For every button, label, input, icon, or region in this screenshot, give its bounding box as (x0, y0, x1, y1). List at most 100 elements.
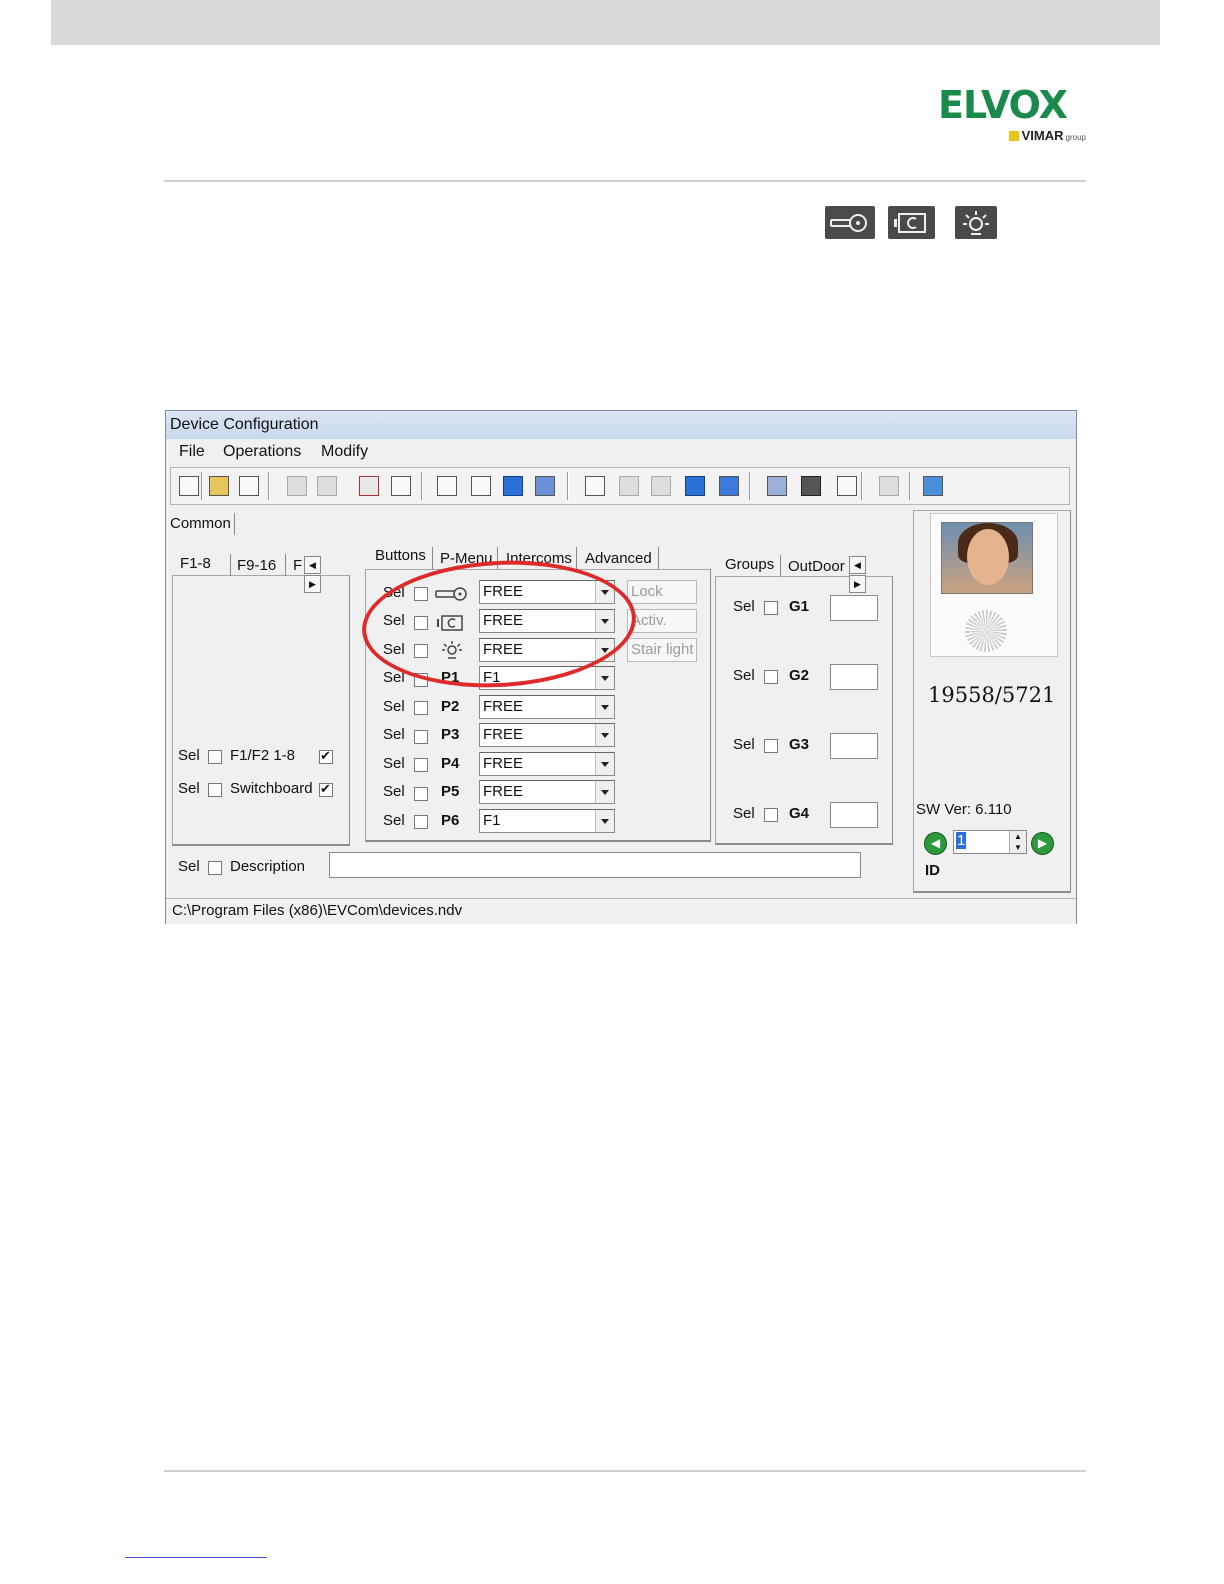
tab-scroll-arrows[interactable]: ◀▶ (849, 555, 883, 593)
group-value-field[interactable] (830, 664, 878, 690)
sel-checkbox[interactable] (764, 808, 778, 822)
tab-f1-8[interactable]: F1-8 (180, 555, 211, 572)
device-image (930, 513, 1058, 657)
tab-f9-16[interactable]: F9-16 (237, 557, 276, 574)
save-icon[interactable] (285, 473, 307, 497)
chevron-down-icon[interactable] (595, 724, 614, 746)
id-label: ID (925, 862, 940, 879)
scroll-left-icon[interactable]: ◀ (304, 556, 321, 574)
tab-scroll-arrows[interactable]: ◀▶ (304, 555, 338, 593)
switchboard-checkbox[interactable] (319, 781, 333, 797)
group-value-field[interactable] (830, 802, 878, 828)
footer-rule (164, 1470, 1086, 1472)
tab-advanced[interactable]: Advanced (585, 550, 652, 567)
monitor-icon[interactable] (799, 473, 821, 497)
next-id-icon[interactable]: ▶ (1031, 832, 1054, 855)
footer-link-underline (125, 1557, 267, 1558)
chevron-down-icon[interactable] (595, 753, 614, 775)
toolbar (170, 467, 1070, 505)
tab-f-more[interactable]: F (293, 557, 302, 574)
sel-checkbox[interactable] (764, 601, 778, 615)
button-function-select[interactable]: FREE (479, 780, 615, 804)
id-spinner[interactable]: 1 ▲ ▼ (953, 830, 1027, 854)
sel-checkbox[interactable] (414, 701, 428, 715)
group-value-field[interactable] (830, 733, 878, 759)
tab-buttons[interactable]: Buttons (375, 547, 426, 564)
chevron-down-icon[interactable] (595, 696, 614, 718)
description-label: Description (230, 858, 306, 875)
new-file-icon[interactable] (177, 473, 199, 497)
tab-outdoor[interactable]: OutDoor I (788, 558, 853, 575)
group-label: G4 (789, 805, 810, 822)
scroll-right-icon[interactable]: ▶ (849, 575, 866, 593)
list-download-icon[interactable] (435, 473, 457, 497)
button-description-field: Lock (627, 580, 697, 604)
device-icon[interactable] (835, 473, 857, 497)
check-icon[interactable] (683, 473, 705, 497)
button-key-label: P5 (441, 783, 460, 800)
edit-icon[interactable] (501, 473, 523, 497)
menu-file[interactable]: File (179, 443, 205, 461)
undo-icon[interactable] (617, 473, 639, 497)
sel-checkbox[interactable] (414, 787, 428, 801)
sel-checkbox[interactable] (764, 670, 778, 684)
info-icon[interactable] (717, 473, 739, 497)
menu-modify[interactable]: Modify (321, 443, 368, 461)
redo-icon[interactable] (649, 473, 671, 497)
transfer-icon[interactable] (469, 473, 491, 497)
spinner-arrows-icon[interactable]: ▲ ▼ (1009, 831, 1026, 853)
menu-bar: File Operations Modify (166, 439, 1076, 465)
tab-groups[interactable]: Groups (725, 556, 774, 573)
import-icon[interactable] (237, 473, 259, 497)
header-rule (164, 180, 1086, 182)
sel-checkbox[interactable] (414, 815, 428, 829)
sel-checkbox[interactable] (414, 758, 428, 772)
sel-checkbox-switchboard[interactable] (208, 783, 222, 797)
print-icon[interactable] (389, 473, 411, 497)
attach-icon[interactable] (877, 473, 899, 497)
key-lock-icon (825, 206, 875, 239)
chevron-down-icon[interactable] (595, 781, 614, 803)
speaker-grille-icon (965, 610, 1007, 652)
sel-label: Sel (178, 747, 200, 764)
group-label: G3 (789, 736, 810, 753)
button-function-select[interactable]: F1 (479, 809, 615, 833)
button-function-select[interactable]: FREE (479, 695, 615, 719)
description-input[interactable] (329, 852, 861, 878)
sel-checkbox[interactable] (764, 739, 778, 753)
f1f2-label: F1/F2 1-8 (230, 747, 296, 764)
button-function-select[interactable]: FREE (479, 723, 615, 747)
chevron-down-icon[interactable] (595, 810, 614, 832)
copy-icon[interactable] (583, 473, 605, 497)
group-value-field[interactable] (830, 595, 878, 621)
sw-version: SW Ver: 6.110 (916, 801, 1012, 818)
windows-icon[interactable] (533, 473, 555, 497)
button-function-select[interactable]: FREE (479, 752, 615, 776)
chevron-down-icon[interactable] (595, 667, 614, 689)
sel-label: Sel (383, 698, 405, 715)
sel-checkbox-f1f2[interactable] (208, 750, 222, 764)
sel-checkbox-description[interactable] (208, 861, 222, 875)
tab-common[interactable]: Common (170, 515, 231, 532)
f1f2-checkbox[interactable] (319, 748, 333, 764)
switchboard-label: Switchboard (230, 780, 313, 797)
button-key-label: P6 (441, 812, 460, 829)
save-all-icon[interactable] (315, 473, 337, 497)
elvox-logo: ELVOX VIMAR group (938, 86, 1086, 146)
button-description-field: Stair light (627, 638, 697, 662)
sel-label: Sel (383, 812, 405, 829)
open-folder-icon[interactable] (207, 473, 229, 497)
sel-label: Sel (383, 726, 405, 743)
scroll-right-icon[interactable]: ▶ (304, 575, 321, 593)
exit-icon[interactable] (921, 473, 943, 497)
print-preview-icon[interactable] (357, 473, 379, 497)
window-title: Device Configuration (170, 416, 319, 433)
title-bar: Device Configuration (166, 411, 1076, 439)
sel-checkbox[interactable] (414, 730, 428, 744)
group-label: G1 (789, 598, 810, 615)
menu-operations[interactable]: Operations (223, 443, 301, 461)
keypad-icon[interactable] (765, 473, 787, 497)
scroll-left-icon[interactable]: ◀ (849, 556, 866, 574)
group-label: G2 (789, 667, 810, 684)
previous-id-icon[interactable]: ◀ (924, 832, 947, 855)
